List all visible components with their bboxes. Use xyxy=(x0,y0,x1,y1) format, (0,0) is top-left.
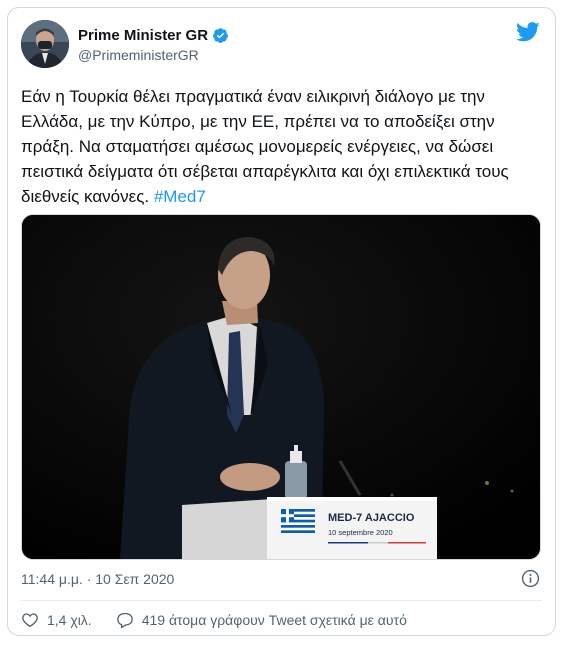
podium-title: MED-7 AJACCIO xyxy=(328,512,415,524)
author-handle[interactable]: @PrimeministerGR xyxy=(78,47,229,63)
hashtag-link[interactable]: #Med7 xyxy=(154,187,206,206)
tweet-actions: 1,4 χιλ. 419 άτομα γράφουν Tweet σχετικά… xyxy=(21,611,407,629)
conversation-button[interactable]: 419 άτομα γράφουν Tweet σχετικά με αυτό xyxy=(116,611,407,629)
tweet-card[interactable]: Prime Minister GR @PrimeministerGR Εάν η… xyxy=(7,7,556,636)
tweet-photo[interactable]: MED-7 AJACCIO 10 septembre 2020 xyxy=(21,214,541,560)
heart-icon xyxy=(22,613,38,628)
author-display-name[interactable]: Prime Minister GR xyxy=(78,27,208,44)
tweet-date[interactable]: 10 Σεπ 2020 xyxy=(95,571,174,587)
avatar[interactable] xyxy=(21,20,69,68)
tweet-time[interactable]: 11:44 μ.μ. xyxy=(21,571,83,587)
discussion-label: 419 άτομα γράφουν Tweet σχετικά με αυτό xyxy=(141,612,407,628)
info-icon[interactable] xyxy=(521,569,540,588)
podium-date: 10 septembre 2020 xyxy=(328,528,393,537)
twitter-bird-icon[interactable] xyxy=(516,22,540,42)
verified-badge-icon xyxy=(213,28,228,43)
tweet-timestamp: 11:44 μ.μ. · 10 Σεπ 2020 xyxy=(21,571,174,587)
like-count: 1,4 χιλ. xyxy=(47,612,92,628)
like-button[interactable]: 1,4 χιλ. xyxy=(21,611,92,629)
tweet-text: Εάν η Τουρκία θέλει πραγματικά έναν ειλι… xyxy=(21,84,546,209)
speech-bubble-icon xyxy=(116,612,133,629)
tweet-body: Εάν η Τουρκία θέλει πραγματικά έναν ειλι… xyxy=(21,87,509,206)
tweet-header: Prime Minister GR @PrimeministerGR xyxy=(21,20,542,72)
divider xyxy=(21,600,542,601)
timestamp-separator: · xyxy=(86,571,92,587)
author-names: Prime Minister GR @PrimeministerGR xyxy=(78,27,229,63)
